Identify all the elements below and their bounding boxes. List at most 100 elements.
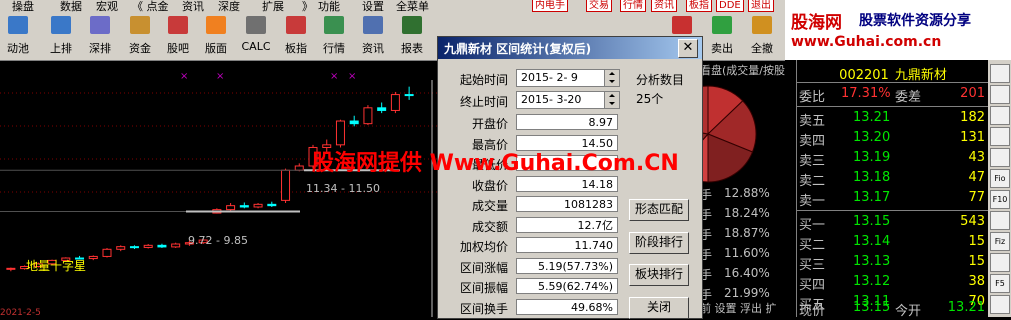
days-label: 分析数目 bbox=[636, 73, 685, 87]
side-tool-icon[interactable]: F5 bbox=[990, 274, 1010, 293]
quote-row: 买四 13.12 38 bbox=[797, 274, 989, 293]
menu-tag[interactable]: 板指 bbox=[686, 0, 712, 12]
menu-item[interactable]: 》 bbox=[302, 0, 313, 12]
stock-name: 九鼎新材 bbox=[894, 68, 947, 83]
candle-body bbox=[116, 246, 126, 250]
quote-price: 13.12 bbox=[853, 274, 891, 289]
dialog-button[interactable]: 形态匹配 bbox=[629, 199, 689, 221]
side-tool-icon[interactable]: Fiz bbox=[990, 232, 1010, 251]
toolbar-button[interactable]: 全撤 bbox=[743, 12, 781, 60]
event-marker: × bbox=[348, 71, 356, 82]
menu-tag[interactable]: 交易 bbox=[586, 0, 612, 12]
weicha-label: 委差 bbox=[895, 90, 922, 105]
candle-body bbox=[253, 203, 263, 208]
end-date-value: 2015- 3-20 bbox=[521, 93, 582, 106]
weibi-row: 委比 17.31% 委差 201 bbox=[797, 86, 989, 105]
close-icon[interactable]: ✕ bbox=[678, 39, 698, 58]
toolbar-button[interactable]: 动池 bbox=[0, 12, 37, 60]
toolbar-button[interactable]: 版面 bbox=[197, 12, 235, 60]
side-tool-icon[interactable] bbox=[990, 295, 1010, 314]
candle-body bbox=[363, 107, 373, 125]
dialog-button[interactable]: 阶段排行 bbox=[629, 232, 689, 254]
brand-url: www.Guhai.com.cn bbox=[791, 34, 942, 50]
quote-title: 002201 九鼎新材 bbox=[797, 64, 989, 83]
toolbar-icon bbox=[363, 16, 383, 34]
menu-item[interactable]: 数据 bbox=[60, 0, 82, 12]
side-tool-icon[interactable] bbox=[990, 127, 1010, 146]
toolbar-button[interactable]: 行情 bbox=[315, 12, 353, 60]
quote-label: 卖五 bbox=[799, 114, 826, 129]
candle-body bbox=[267, 203, 277, 207]
toolbar-button[interactable]: 资金 bbox=[121, 12, 159, 60]
side-tool-icon[interactable] bbox=[990, 85, 1010, 104]
stat-value: 12.7亿 bbox=[516, 216, 618, 233]
stat-label: 区间换手 bbox=[459, 301, 508, 316]
legend-value: 18.24% bbox=[724, 206, 770, 220]
dialog-titlebar[interactable]: 九鼎新材 区间统计(复权后) ✕ bbox=[438, 37, 702, 59]
start-date-spinner[interactable] bbox=[604, 70, 619, 86]
toolbar-icon bbox=[8, 16, 28, 34]
quote-price: 13.17 bbox=[853, 190, 891, 205]
dialog-button[interactable]: 关闭 bbox=[629, 297, 689, 319]
toolbar-icon bbox=[206, 16, 226, 34]
toolbar-icon bbox=[286, 16, 306, 34]
candle-body bbox=[404, 94, 414, 97]
menu-item[interactable]: 资讯 bbox=[182, 0, 204, 12]
menu-item[interactable]: 设置 bbox=[362, 0, 384, 12]
stat-value: 5.59(62.74%) bbox=[516, 278, 618, 294]
now-label: 现价 bbox=[799, 304, 826, 319]
kline-chart[interactable]: × × × × 11.34 - 11.50 9.72 - 9.85 地量十字星 202… bbox=[0, 60, 440, 318]
side-tool-icon[interactable]: F10 bbox=[990, 190, 1010, 209]
menu-item[interactable]: 宏观 bbox=[96, 0, 118, 12]
toolbar-button[interactable]: 资讯 bbox=[354, 12, 392, 60]
toolbar-button[interactable]: 板指 bbox=[277, 12, 315, 60]
toolbar-button[interactable]: CALC bbox=[237, 12, 275, 60]
range-stats-dialog: 九鼎新材 区间统计(复权后) ✕ 起始时间 2015- 2- 9 分析数目 终止… bbox=[437, 36, 703, 319]
menu-item[interactable]: 扩展 bbox=[262, 0, 284, 12]
quote-label: 买三 bbox=[799, 258, 826, 273]
dialog-button[interactable]: 板块排行 bbox=[629, 264, 689, 286]
open-label: 今开 bbox=[895, 304, 922, 319]
toolbar-button[interactable]: 深排 bbox=[81, 12, 119, 60]
menu-tag[interactable]: 内电手 bbox=[532, 0, 568, 12]
toolbar-icon bbox=[402, 16, 422, 34]
event-marker: × bbox=[180, 71, 188, 82]
side-tool-icon[interactable] bbox=[990, 253, 1010, 272]
quote-price: 13.13 bbox=[853, 254, 891, 269]
side-tool-icon[interactable] bbox=[990, 211, 1010, 230]
toolbar-button[interactable]: 报表 bbox=[393, 12, 431, 60]
legend-value: 11.60% bbox=[724, 246, 770, 260]
toolbar-button[interactable]: 卖出 bbox=[703, 12, 741, 60]
start-date-field[interactable]: 2015- 2- 9 bbox=[516, 69, 620, 87]
toolbar-button[interactable]: 上排 bbox=[42, 12, 80, 60]
legend-value: 16.40% bbox=[724, 266, 770, 280]
menu-item[interactable]: 操盘 bbox=[12, 0, 34, 12]
menu-tag[interactable]: DDE bbox=[716, 0, 744, 12]
toolbar-icon bbox=[324, 16, 344, 34]
toolbar-button[interactable]: 股吧 bbox=[159, 12, 197, 60]
side-tool-icon[interactable] bbox=[990, 106, 1010, 125]
side-tool-icon[interactable] bbox=[990, 148, 1010, 167]
candle-body bbox=[349, 120, 359, 125]
quote-price: 13.19 bbox=[853, 150, 891, 165]
menu-item[interactable]: 深度 bbox=[218, 0, 240, 12]
candle-body bbox=[335, 120, 345, 146]
menu-tag[interactable]: 退出 bbox=[748, 0, 774, 12]
menu-tag[interactable]: 资讯 bbox=[651, 0, 677, 12]
menu-item[interactable]: 全菜单 bbox=[396, 0, 429, 12]
quote-price: 13.20 bbox=[853, 130, 891, 145]
end-date-field[interactable]: 2015- 3-20 bbox=[516, 91, 620, 109]
menu-tag[interactable]: 行情 bbox=[620, 0, 646, 12]
quote-volume: 43 bbox=[968, 150, 985, 165]
menu-item[interactable]: 《 点金 bbox=[132, 0, 169, 12]
quote-volume: 182 bbox=[960, 110, 985, 125]
side-tool-icon[interactable] bbox=[990, 64, 1010, 83]
stock-code: 002201 bbox=[839, 68, 889, 83]
menu-item[interactable]: 功能 bbox=[318, 0, 340, 12]
quote-row-now: 现价 13.15 今开 13.21 bbox=[797, 300, 989, 319]
end-date-spinner[interactable] bbox=[604, 92, 619, 108]
toolbar-icon bbox=[90, 16, 110, 34]
stat-value: 49.68% bbox=[516, 298, 618, 315]
side-tool-icon[interactable]: Fio bbox=[990, 169, 1010, 188]
brand-logo: 股海网 bbox=[791, 13, 842, 33]
